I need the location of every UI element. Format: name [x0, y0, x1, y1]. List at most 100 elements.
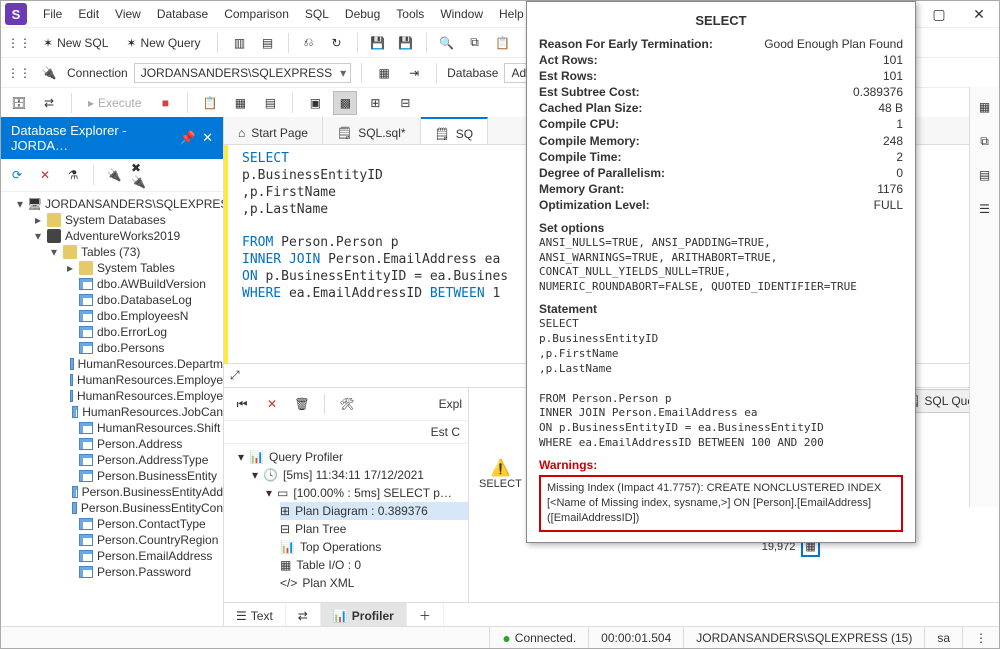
tree-node[interactable]: dbo.AWBuildVersion [17, 276, 223, 292]
menu-window[interactable]: Window [432, 3, 491, 25]
tree-node[interactable]: Person.Password [17, 564, 223, 580]
tab-arrows[interactable]: ⇄ [286, 603, 321, 628]
tree-node[interactable]: Person.CountryRegion [17, 532, 223, 548]
toolbar-icon[interactable]: ▥ [228, 31, 252, 55]
profiler-item[interactable]: ⊞Plan Diagram : 0.389376 [280, 502, 468, 520]
tree-node[interactable]: Person.Address [17, 436, 223, 452]
menu-tools[interactable]: Tools [388, 3, 432, 25]
tab-sqlsql[interactable]: 🗒SQL.sql* [323, 117, 421, 144]
menu-view[interactable]: View [107, 3, 149, 25]
filter-icon[interactable]: ⚗ [61, 163, 85, 187]
execute-button[interactable]: ▸ Execute [82, 93, 147, 113]
tab-sq[interactable]: 🗒SQ [421, 117, 489, 144]
caret-icon[interactable]: ▾ [33, 229, 43, 243]
maximize-button[interactable]: ▢ [919, 1, 959, 27]
paste-icon[interactable]: 📋 [491, 31, 515, 55]
tree-node[interactable]: Person.AddressType [17, 452, 223, 468]
tree-node[interactable]: Person.ContactType [17, 516, 223, 532]
play-icon: ▸ [88, 96, 94, 110]
new-sql-button[interactable]: ✶ New SQL [37, 33, 114, 53]
tree-node[interactable]: Person.BusinessEntityAdd [17, 484, 223, 500]
toolbar-icon[interactable]: ⎌ [297, 31, 321, 55]
caret-icon[interactable]: ▸ [33, 213, 43, 227]
profiler-item[interactable]: 📊Top Operations [280, 538, 468, 556]
menu-edit[interactable]: Edit [70, 3, 107, 25]
menu-sql[interactable]: SQL [297, 3, 337, 25]
menu-database[interactable]: Database [149, 3, 216, 25]
caret-icon[interactable]: ▸ [65, 261, 75, 275]
close-panel-icon[interactable]: ✕ [202, 130, 213, 146]
profiler-tree[interactable]: ▾📊Query Profiler ▾🕓[5ms] 11:34:11 17/12/… [224, 444, 468, 602]
refresh-icon[interactable]: ⟳ [5, 163, 29, 187]
new-query-button[interactable]: ✶ New Query [120, 33, 206, 53]
plug-icon[interactable]: 🔌 [37, 61, 61, 85]
close-icon[interactable]: ✕ [33, 163, 57, 187]
db-nav-icon[interactable]: ⇥ [402, 61, 426, 85]
gutter-icon[interactable]: ⧉ [973, 129, 997, 153]
tree-node[interactable]: HumanResources.Departm [17, 356, 223, 372]
db-icon[interactable]: ▦ [372, 61, 396, 85]
layout-icon[interactable]: ▣ [303, 91, 327, 115]
search-icon[interactable]: 🔍 [435, 31, 459, 55]
disconnect-icon[interactable]: ✖🔌 [130, 163, 154, 187]
tree-node[interactable]: dbo.Persons [17, 340, 223, 356]
tree-node[interactable]: dbo.ErrorLog [17, 324, 223, 340]
tree-node[interactable]: ▾AdventureWorks2019 [17, 228, 223, 244]
connect-icon[interactable]: 🔌 [102, 163, 126, 187]
table-icon [79, 454, 93, 466]
clear-icon[interactable]: 🗑 [290, 392, 314, 416]
tree-node[interactable]: Person.BusinessEntityCon [17, 500, 223, 516]
stop-icon[interactable]: ■ [153, 91, 177, 115]
compare-icon[interactable]: ⇄ [37, 91, 61, 115]
connection-dropdown[interactable]: JORDANSANDERS\SQLEXPRESS [134, 63, 351, 83]
plan-select-node[interactable]: SELECT [479, 478, 522, 490]
toolbar-icon[interactable]: ↻ [325, 31, 349, 55]
close-button[interactable]: ✕ [959, 1, 999, 27]
tab-startpage[interactable]: ⌂Start Page [224, 117, 323, 144]
profiler-item[interactable]: ⊟Plan Tree [280, 520, 468, 538]
toolbar-icon[interactable]: ▤ [256, 31, 280, 55]
tab-profiler[interactable]: 📊 Profiler [321, 603, 407, 628]
tab-add[interactable]: ＋ [407, 603, 444, 628]
gutter-icon[interactable]: ☰ [973, 197, 997, 221]
clipboard-icon[interactable]: 📋 [198, 91, 222, 115]
tree-node[interactable]: HumanResources.JobCan [17, 404, 223, 420]
save-icon[interactable]: 💾 [366, 31, 390, 55]
layout-icon[interactable]: ⊞ [363, 91, 387, 115]
tree-node[interactable]: HumanResources.Shift [17, 420, 223, 436]
gutter-icon[interactable]: ▤ [973, 163, 997, 187]
db-tree[interactable]: ▾ 🖥 JORDANSANDERS\SQLEXPRESS ▸System Dat… [1, 192, 223, 628]
tree-node[interactable]: HumanResources.Employe [17, 372, 223, 388]
tree-node[interactable]: Person.BusinessEntity [17, 468, 223, 484]
profiler-item[interactable]: </>Plan XML [280, 574, 468, 592]
profiler-item[interactable]: ▦Table I/O : 0 [280, 556, 468, 574]
tree-node[interactable]: ▸System Databases [17, 212, 223, 228]
copy-icon[interactable]: ⧉ [463, 31, 487, 55]
status-menu-icon[interactable]: ⋮ [962, 627, 999, 648]
delete-icon[interactable]: ✕ [260, 392, 284, 416]
prev-icon[interactable]: ⏮ [230, 392, 254, 416]
tab-text[interactable]: ☰ Text [224, 603, 286, 628]
caret-icon[interactable]: ▾ [49, 245, 59, 259]
grid-icon[interactable]: ▦ [228, 91, 252, 115]
tree-node[interactable]: dbo.DatabaseLog [17, 292, 223, 308]
tree-node[interactable]: dbo.EmployeesN [17, 308, 223, 324]
tree-root[interactable]: ▾ 🖥 JORDANSANDERS\SQLEXPRESS [17, 196, 223, 212]
tools-icon[interactable]: 🛠 [335, 392, 359, 416]
tree-node-label: Person.BusinessEntity [97, 469, 217, 483]
tree-icon[interactable]: ▤ [258, 91, 282, 115]
tree-node[interactable]: HumanResources.Employe [17, 388, 223, 404]
gutter-icon[interactable]: ▦ [973, 95, 997, 119]
menu-file[interactable]: File [35, 3, 70, 25]
pin-icon[interactable]: 📌 [180, 130, 196, 146]
layout-icon-active[interactable]: ▩ [333, 91, 357, 115]
layout-icon[interactable]: ⊟ [393, 91, 417, 115]
menu-debug[interactable]: Debug [337, 3, 388, 25]
save-all-icon[interactable]: 💾 [394, 31, 418, 55]
menu-comparison[interactable]: Comparison [216, 3, 297, 25]
tree-node[interactable]: Person.EmailAddress [17, 548, 223, 564]
tree-node[interactable]: ▸System Tables [17, 260, 223, 276]
analysis-icon[interactable]: 🗄 [7, 91, 31, 115]
tree-node[interactable]: ▾Tables (73) [17, 244, 223, 260]
collapse-icon[interactable]: ⤢ [230, 368, 240, 383]
